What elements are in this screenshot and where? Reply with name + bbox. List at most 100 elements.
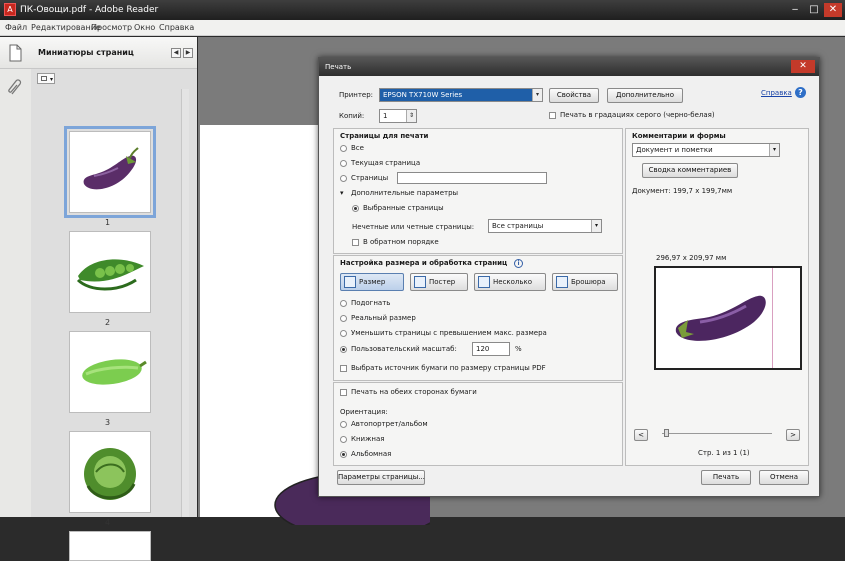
printer-select[interactable]: EPSON TX710W Series ▾ [379,88,543,102]
size-icon [344,276,356,288]
fit-radio[interactable] [340,300,347,307]
page-counter: Стр. 1 из 1 (1) [698,449,750,457]
properties-button[interactable]: Свойства [549,88,599,103]
scale-input[interactable]: 120 [472,342,510,356]
grayscale-checkbox[interactable] [549,112,556,119]
close-icon[interactable]: ✕ [824,3,842,17]
pages-icon[interactable] [8,44,22,62]
slider-thumb[interactable] [664,429,669,437]
fit-label: Подогнать [351,299,391,307]
preview-size: 296,97 x 209,97 мм [656,254,727,262]
sizing-group-title: Настройка размера и обработка страниц [340,259,508,267]
advanced-button[interactable]: Дополнительно [607,88,683,103]
print-preview [654,266,802,370]
thumbnail-page-3[interactable] [69,331,151,413]
eggplant-icon [83,147,139,190]
sidebar-header: Миниатюры страниц ◀ ▶ [0,37,197,69]
print-button[interactable]: Печать [701,470,751,485]
copies-input[interactable]: 1 ⇕ [379,109,417,123]
auto-orientation-label: Автопортрет/альбом [351,420,428,428]
thumbnails-scrollbar[interactable] [181,89,189,517]
sidebar-title: Миниатюры страниц [38,48,134,57]
landscape-radio[interactable] [340,451,347,458]
current-page-radio[interactable] [340,160,347,167]
minimize-icon[interactable]: ‒ [786,3,804,17]
info-icon[interactable]: i [514,259,523,268]
reverse-order-checkbox[interactable] [352,239,359,246]
help-icon[interactable]: ? [795,87,806,98]
scale-unit: % [515,345,522,353]
orientation-title: Ориентация: [340,408,388,416]
tab-poster[interactable]: Постер [410,273,468,291]
next-page-icon[interactable]: > [786,429,800,441]
odd-even-select[interactable]: Все страницы ▾ [488,219,602,233]
thumbnail-page-1[interactable] [64,126,156,218]
thumbnail-page-4[interactable] [69,431,151,513]
duplex-checkbox[interactable] [340,389,347,396]
expand-options-icon[interactable]: ▾ [340,189,344,197]
multiple-icon [478,276,490,288]
tab-multiple[interactable]: Несколько [474,273,546,291]
portrait-radio[interactable] [340,436,347,443]
menu-bar: Файл Редактирование Просмотр Окно Справк… [0,20,845,36]
preview-eggplant-icon [675,295,766,341]
thumbnails-pane: ▾ 1 2 3 4 [31,69,197,561]
peas-icon [76,259,144,291]
tab-booklet[interactable]: Брошюра [552,273,618,291]
menu-view[interactable]: Просмотр [91,23,132,32]
page-range-radio[interactable] [340,175,347,182]
pages-group: Страницы для печати Все Текущая страница… [333,128,623,254]
custom-scale-label: Пользовательский масштаб: [351,345,457,353]
shrink-radio[interactable] [340,330,347,337]
comments-select[interactable]: Документ и пометки ▾ [632,143,780,157]
thumbnail-page-number: 3 [105,418,111,427]
landscape-label: Альбомная [351,450,392,458]
actual-size-radio[interactable] [340,315,347,322]
tab-size[interactable]: Размер [340,273,404,291]
thumbnail-page-5[interactable] [69,531,151,561]
thumbnail-options-icon[interactable]: ▾ [37,73,55,84]
sizing-group: Настройка размера и обработка страниц i … [333,255,623,381]
menu-window[interactable]: Окно [134,23,155,32]
page-range-label: Страницы [351,174,389,182]
menu-file[interactable]: Файл [5,23,27,32]
expand-right-icon[interactable]: ▶ [183,48,193,58]
all-pages-radio[interactable] [340,145,347,152]
poster-icon [414,276,426,288]
summarize-comments-button[interactable]: Сводка комментариев [642,163,738,178]
cancel-button[interactable]: Отмена [759,470,809,485]
cabbage-icon [84,448,136,500]
all-pages-label: Все [351,144,364,152]
shrink-label: Уменьшить страницы с превышением макс. р… [351,329,547,337]
auto-orientation-radio[interactable] [340,421,347,428]
help-link[interactable]: Справка [761,89,792,97]
custom-scale-radio[interactable] [340,346,347,353]
menu-help[interactable]: Справка [159,23,194,32]
portrait-label: Книжная [351,435,385,443]
selected-pages-radio[interactable] [352,205,359,212]
orientation-group: Печать на обеих сторонах бумаги Ориентац… [333,382,623,466]
pdf-icon: A [4,3,16,16]
more-options-label[interactable]: Дополнительные параметры [351,189,458,197]
previous-page-icon[interactable]: < [634,429,648,441]
collapse-left-icon[interactable]: ◀ [171,48,181,58]
thumbnail-page-number: 1 [105,218,111,227]
duplex-label: Печать на обеих сторонах бумаги [351,388,477,396]
current-page-label: Текущая страница [351,159,421,167]
dialog-title: Печать [325,63,352,71]
preview-group: Комментарии и формы Документ и пометки ▾ … [625,128,809,466]
maximize-icon[interactable]: □ [805,3,823,17]
dialog-close-icon[interactable]: ✕ [791,60,815,73]
page-setup-button[interactable]: Параметры страницы... [337,470,425,485]
thumbnail-page-2[interactable] [69,231,151,313]
page-slider[interactable] [662,433,772,434]
thumbnail-page-number: 4 [105,518,111,527]
zucchini-icon [82,359,147,385]
thumbnail-page-number: 2 [105,318,111,327]
paperclip-icon[interactable] [6,79,26,97]
paper-source-checkbox[interactable] [340,365,347,372]
booklet-icon [556,276,568,288]
dialog-title-bar: Печать ✕ [319,58,819,76]
page-range-input[interactable] [397,172,547,184]
reverse-order-label: В обратном порядке [363,238,439,246]
